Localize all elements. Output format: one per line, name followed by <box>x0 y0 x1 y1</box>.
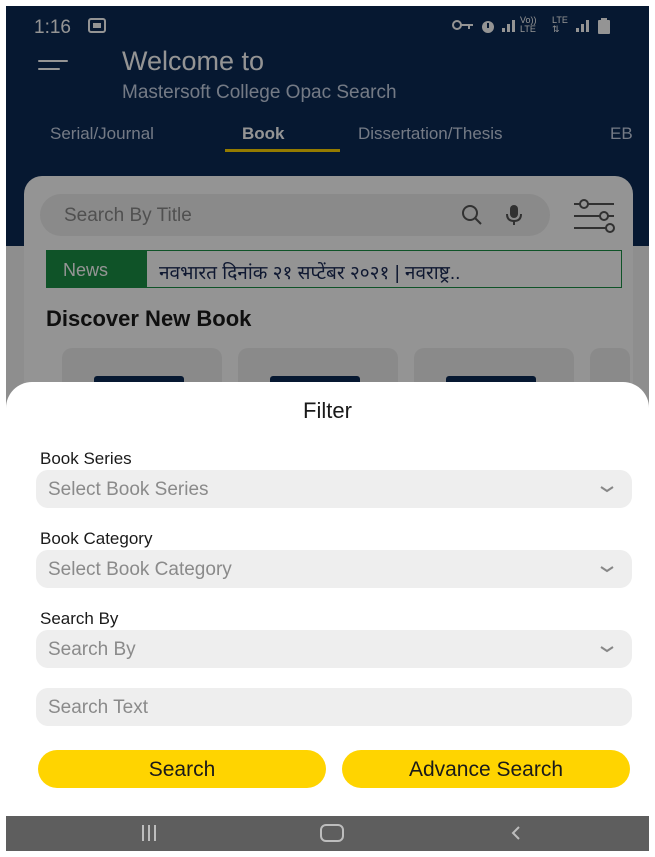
search-button[interactable]: Search <box>38 750 326 788</box>
search-text-placeholder: Search Text <box>48 697 148 718</box>
search-by-dropdown[interactable]: Search By <box>36 630 632 668</box>
search-by-label: Search By <box>40 609 119 628</box>
book-series-label: Book Series <box>40 449 132 468</box>
system-nav-bar <box>6 816 649 851</box>
home-icon[interactable] <box>320 824 344 842</box>
chevron-down-icon <box>598 640 616 658</box>
recents-icon[interactable] <box>142 825 162 841</box>
chevron-down-icon <box>598 480 616 498</box>
filter-title: Filter <box>303 398 352 423</box>
book-series-placeholder: Select Book Series <box>48 479 209 500</box>
book-series-dropdown[interactable]: Select Book Series <box>36 470 632 508</box>
book-category-placeholder: Select Book Category <box>48 559 232 580</box>
book-category-dropdown[interactable]: Select Book Category <box>36 550 632 588</box>
book-category-label: Book Category <box>40 529 153 548</box>
app-screen: 1:16 Vo)) LTE LTE ⇅ Welcome to Mastersof… <box>6 6 649 851</box>
search-by-placeholder: Search By <box>48 639 136 660</box>
advance-search-button[interactable]: Advance Search <box>342 750 630 788</box>
filter-bottom-sheet: Filter Book Series Select Book Series Bo… <box>6 382 649 816</box>
back-icon[interactable] <box>506 823 526 843</box>
chevron-down-icon <box>598 560 616 578</box>
search-text-input[interactable]: Search Text <box>36 688 632 726</box>
